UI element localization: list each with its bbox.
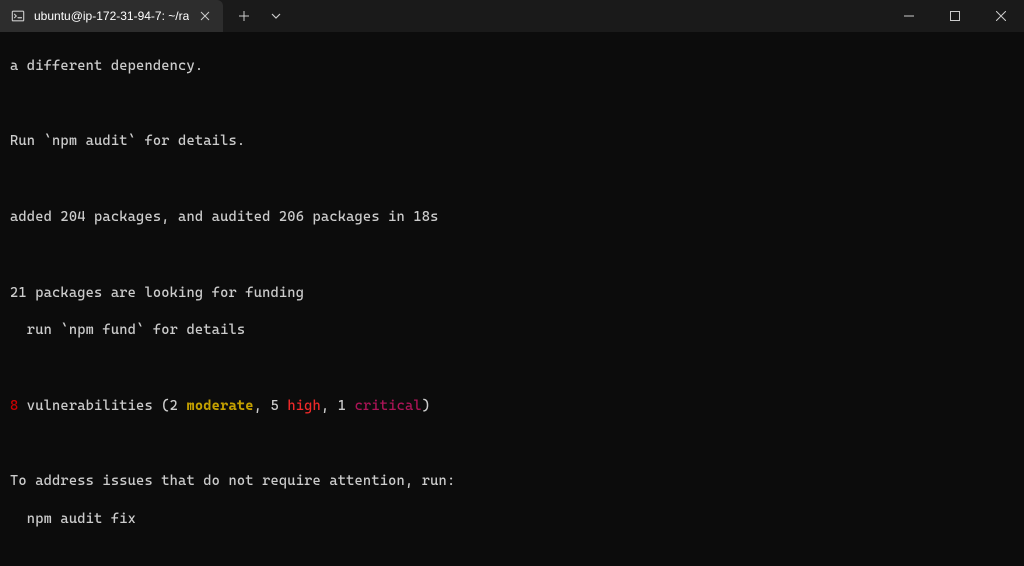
output-line: npm audit fix <box>10 510 1014 529</box>
vuln-high: high <box>287 398 321 414</box>
new-tab-button[interactable] <box>229 3 259 29</box>
output-line <box>10 95 1014 114</box>
output-line: 21 packages are looking for funding <box>10 284 1014 303</box>
output-line <box>10 435 1014 454</box>
tab-dropdown-button[interactable] <box>261 3 291 29</box>
close-button[interactable] <box>978 0 1024 32</box>
tab-actions <box>223 0 297 32</box>
terminal-tab[interactable]: ubuntu@ip-172-31-94-7: ~/ra <box>0 0 223 32</box>
output-line: a different dependency. <box>10 57 1014 76</box>
output-line: Run `npm audit` for details. <box>10 132 1014 151</box>
vuln-critical: critical <box>355 398 422 414</box>
tab-close-button[interactable] <box>197 8 213 24</box>
terminal-output[interactable]: a different dependency. Run `npm audit` … <box>0 32 1024 566</box>
minimize-button[interactable] <box>886 0 932 32</box>
output-line: run `npm fund` for details <box>10 321 1014 340</box>
output-line <box>10 246 1014 265</box>
titlebar-drag-region[interactable] <box>297 0 886 32</box>
title-bar: ubuntu@ip-172-31-94-7: ~/ra <box>0 0 1024 32</box>
vuln-moderate: moderate <box>186 398 253 414</box>
output-line <box>10 170 1014 189</box>
output-line: To address issues that do not require at… <box>10 472 1014 491</box>
maximize-button[interactable] <box>932 0 978 32</box>
terminal-icon <box>10 8 26 24</box>
window-controls <box>886 0 1024 32</box>
output-line <box>10 548 1014 566</box>
output-line <box>10 359 1014 378</box>
tab-title: ubuntu@ip-172-31-94-7: ~/ra <box>34 9 189 23</box>
vulnerabilities-line: 8 vulnerabilities (2 moderate, 5 high, 1… <box>10 397 1014 416</box>
output-line: added 204 packages, and audited 206 pack… <box>10 208 1014 227</box>
